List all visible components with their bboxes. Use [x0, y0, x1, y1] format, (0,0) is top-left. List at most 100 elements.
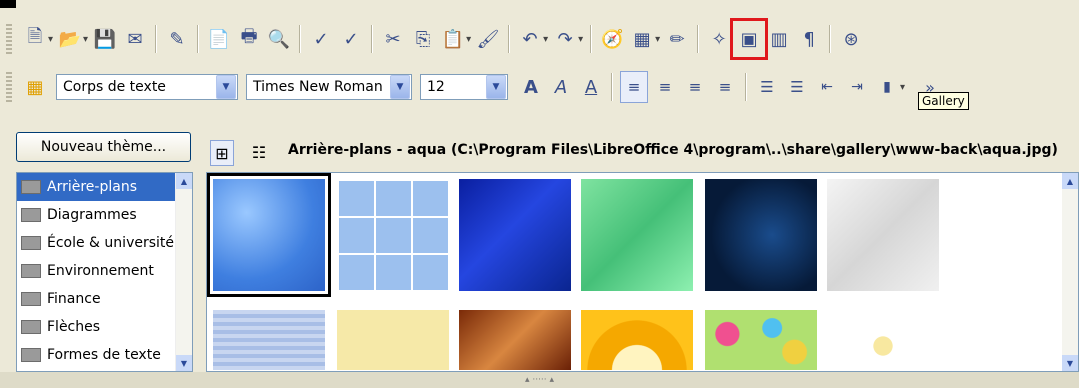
chevron-down-icon[interactable]: ▾ — [543, 34, 548, 45]
thumb-aqua[interactable] — [207, 173, 331, 297]
increase-indent-icon[interactable]: ⇥ — [844, 72, 870, 102]
corner-mark — [0, 0, 16, 8]
decrease-indent-icon[interactable]: ⇤ — [814, 72, 840, 102]
folder-icon — [21, 320, 41, 334]
thumb-blue-tiles[interactable] — [337, 179, 449, 291]
thumb-blue-squares[interactable] — [459, 179, 571, 291]
autospell-icon[interactable]: ✓ — [338, 24, 364, 54]
theme-item-fleches[interactable]: Flèches — [17, 313, 192, 341]
thumb-orange[interactable] — [581, 310, 693, 370]
icon-view-button[interactable]: ⊞ — [210, 140, 234, 166]
toolbar-separator — [745, 73, 747, 101]
chevron-down-icon[interactable]: ▼ — [216, 75, 236, 99]
theme-list[interactable]: Arrière-plans Diagrammes École & univers… — [16, 172, 193, 372]
email-icon[interactable]: ✉ — [122, 24, 148, 54]
toolbar-grip[interactable] — [6, 24, 12, 54]
chevron-down-icon[interactable]: ▾ — [900, 82, 905, 93]
data-sources-icon[interactable]: ▥ — [766, 24, 792, 54]
print-icon[interactable]: 🖶 — [236, 24, 262, 54]
toolbar-grip[interactable] — [6, 72, 12, 102]
spellcheck-icon[interactable]: ✓ — [308, 24, 334, 54]
splitter-handle[interactable]: ▴ ····· ▴ — [0, 372, 1079, 388]
scroll-down-icon[interactable]: ▼ — [176, 355, 192, 371]
navigator-icon[interactable]: 🧭 — [599, 24, 625, 54]
gallery-thumbnails[interactable]: ▲ ▼ — [206, 172, 1079, 372]
undo-icon[interactable]: ↶ — [517, 24, 543, 54]
new-theme-button[interactable]: Nouveau thème... — [16, 132, 191, 162]
help-icon[interactable]: ⊛ — [838, 24, 864, 54]
font-name-value[interactable]: Times New Roman — [247, 79, 390, 95]
chevron-down-icon[interactable]: ▼ — [486, 75, 506, 99]
thumb-wood-swirl[interactable] — [459, 310, 571, 370]
scroll-up-icon[interactable]: ▲ — [176, 173, 192, 189]
export-pdf-icon[interactable]: 📄 — [206, 24, 232, 54]
table-icon[interactable]: ▦ — [629, 24, 655, 54]
thumb-white-texture[interactable] — [827, 179, 939, 291]
print-preview-icon[interactable]: 🔍 — [266, 24, 292, 54]
folder-icon — [21, 236, 41, 250]
paste-icon[interactable]: 📋 — [440, 24, 466, 54]
align-left-icon[interactable]: ≡ — [620, 71, 648, 103]
font-size-combo[interactable]: 12 ▼ — [420, 74, 508, 100]
toolbar-separator — [590, 25, 593, 53]
font-name-combo[interactable]: Times New Roman ▼ — [246, 74, 412, 100]
theme-item-formes-de-texte[interactable]: Formes de texte — [17, 341, 192, 369]
open-icon[interactable]: 📂 — [57, 24, 83, 54]
chevron-down-icon[interactable]: ▼ — [390, 75, 410, 99]
chevron-down-icon[interactable]: ▾ — [48, 34, 53, 45]
chevron-down-icon[interactable]: ▾ — [466, 34, 471, 45]
chevron-down-icon[interactable]: ▾ — [655, 34, 660, 45]
new-document-icon[interactable]: 🗎 — [22, 24, 48, 54]
edit-file-icon[interactable]: ✎ — [164, 24, 190, 54]
folder-icon — [21, 292, 41, 306]
bullets-icon[interactable]: ☰ — [784, 72, 810, 102]
theme-item-ecole-universite[interactable]: École & université — [17, 229, 192, 257]
theme-item-finance[interactable]: Finance — [17, 285, 192, 313]
align-right-icon[interactable]: ≡ — [682, 72, 708, 102]
theme-item-arriere-plans[interactable]: Arrière-plans — [17, 173, 192, 201]
save-icon[interactable]: 💾 — [92, 24, 118, 54]
theme-item-label: Formes de texte — [47, 347, 161, 363]
copy-icon[interactable]: ⎘ — [410, 24, 436, 54]
bold-icon[interactable]: A — [518, 72, 544, 102]
toolbar-separator — [829, 25, 832, 53]
chevron-down-icon[interactable]: ▾ — [578, 34, 583, 45]
theme-item-label: Arrière-plans — [47, 179, 137, 195]
highlighting-icon[interactable]: ▮ — [874, 72, 900, 102]
formatting-marks-icon[interactable]: ¶ — [796, 24, 822, 54]
toolbar-separator — [697, 25, 700, 53]
gallery-icon[interactable]: ▣ — [730, 18, 769, 60]
paragraph-style-value[interactable]: Corps de texte — [57, 79, 216, 95]
font-size-value[interactable]: 12 — [421, 79, 486, 95]
folder-icon — [21, 348, 41, 362]
gallery-tooltip: Gallery — [918, 92, 969, 110]
theme-list-scrollbar[interactable]: ▲ ▼ — [175, 173, 192, 371]
italic-icon[interactable]: A — [548, 72, 574, 102]
thumbnail-scrollbar[interactable]: ▲ ▼ — [1062, 173, 1078, 371]
scroll-down-icon[interactable]: ▼ — [1062, 355, 1078, 371]
justify-icon[interactable]: ≡ — [712, 72, 738, 102]
thumb-cheese[interactable] — [337, 310, 449, 370]
thumb-daisies[interactable] — [827, 310, 939, 370]
detailed-view-button[interactable]: ☷ — [248, 140, 270, 164]
align-center-icon[interactable]: ≡ — [652, 72, 678, 102]
underline-icon[interactable]: A — [578, 72, 604, 102]
styles-icon[interactable]: ▦ — [22, 72, 48, 102]
thumb-green[interactable] — [581, 179, 693, 291]
thumb-blue-lines[interactable] — [213, 310, 325, 370]
format-paintbrush-icon[interactable]: 🖌 — [475, 24, 501, 54]
draw-functions-icon[interactable]: ✏ — [664, 24, 690, 54]
theme-item-diagrammes[interactable]: Diagrammes — [17, 201, 192, 229]
theme-item-environnement[interactable]: Environnement — [17, 257, 192, 285]
chevron-down-icon[interactable]: ▾ — [83, 34, 88, 45]
star-navigator-icon[interactable]: ✧ — [706, 24, 732, 54]
theme-item-label: Environnement — [47, 263, 154, 279]
redo-icon[interactable]: ↷ — [552, 24, 578, 54]
thumb-confetti[interactable] — [705, 310, 817, 370]
theme-item-label: École & université — [47, 235, 175, 251]
scroll-up-icon[interactable]: ▲ — [1062, 173, 1078, 189]
paragraph-style-combo[interactable]: Corps de texte ▼ — [56, 74, 238, 100]
thumb-dark-blue[interactable] — [705, 179, 817, 291]
numbering-icon[interactable]: ☰ — [754, 72, 780, 102]
cut-icon[interactable]: ✂ — [380, 24, 406, 54]
